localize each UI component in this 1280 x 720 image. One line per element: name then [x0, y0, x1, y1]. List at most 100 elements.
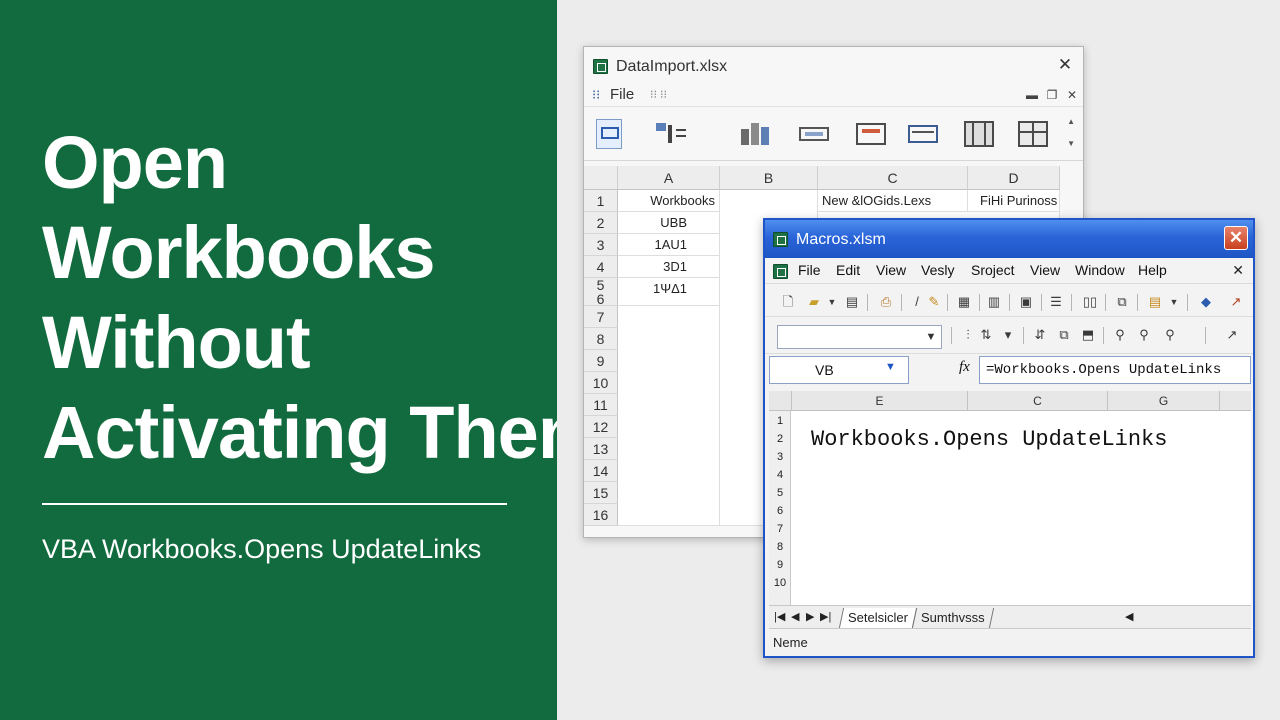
- zoom-in-icon[interactable]: ⚲: [1135, 326, 1153, 344]
- menu-view[interactable]: View: [876, 262, 906, 278]
- zoom-out-icon[interactable]: ⚲: [1161, 326, 1179, 344]
- row-header[interactable]: 7: [769, 523, 791, 535]
- select-all-corner[interactable]: [584, 166, 618, 190]
- row-header[interactable]: 3: [769, 451, 791, 463]
- minimize-icon[interactable]: ▬: [1024, 88, 1040, 102]
- row-header[interactable]: 7: [584, 306, 618, 328]
- code-text[interactable]: Workbooks.Opens UpdateLinks: [811, 427, 1167, 452]
- align-icon[interactable]: [906, 119, 940, 149]
- indent-icon[interactable]: ⫶: [959, 326, 977, 344]
- row-header[interactable]: 2: [769, 433, 791, 445]
- column-header-c[interactable]: C: [967, 391, 1107, 411]
- menu-vesly[interactable]: Vesly: [921, 262, 954, 278]
- style-selector[interactable]: ▼: [777, 325, 942, 349]
- calculator-icon[interactable]: ▣: [1017, 293, 1035, 311]
- link-icon[interactable]: ⧉: [1113, 293, 1131, 311]
- row-header[interactable]: 1: [584, 190, 618, 212]
- column-header-b[interactable]: B: [720, 166, 818, 190]
- close-icon[interactable]: ✕: [1055, 55, 1075, 75]
- ribbon-scroll-down-icon[interactable]: ▼: [1067, 139, 1075, 148]
- new-document-icon[interactable]: 🗋: [779, 293, 797, 311]
- row-header[interactable]: 13: [584, 438, 618, 460]
- insert-icon[interactable]: [854, 119, 888, 149]
- name-box[interactable]: VB ▼: [769, 356, 909, 384]
- sheet-tab[interactable]: Sumthvsss: [911, 608, 994, 628]
- fx-icon[interactable]: fx: [959, 359, 970, 376]
- tab-scroll-left-icon[interactable]: ◀: [1125, 610, 1133, 623]
- cell-a4[interactable]: 3D1: [618, 256, 720, 278]
- row-header[interactable]: 16: [584, 504, 618, 526]
- row-header[interactable]: 3: [584, 234, 618, 256]
- first-sheet-icon[interactable]: |◀: [774, 610, 785, 623]
- next-sheet-icon[interactable]: ▶: [806, 610, 814, 623]
- row-header[interactable]: 2: [584, 212, 618, 234]
- print-icon[interactable]: ⎙: [877, 293, 895, 311]
- chart-icon[interactable]: [739, 119, 773, 149]
- row-header[interactable]: 15: [584, 482, 618, 504]
- help-pointer-icon[interactable]: ↗: [1223, 326, 1241, 344]
- menu-edit[interactable]: Edit: [836, 262, 860, 278]
- grid-icon[interactable]: ▦: [955, 293, 973, 311]
- cell-a5[interactable]: 1ΨΔ1: [618, 278, 720, 306]
- row-header[interactable]: 14: [584, 460, 618, 482]
- row-header[interactable]: 12: [584, 416, 618, 438]
- row-header[interactable]: 8: [584, 328, 618, 350]
- row-header[interactable]: 1: [769, 415, 791, 427]
- open-folder-icon[interactable]: ▰: [805, 293, 823, 311]
- help-pointer-icon[interactable]: ↗: [1227, 293, 1245, 311]
- column-header-blank[interactable]: [1219, 391, 1251, 411]
- copy-icon[interactable]: ⧉: [1055, 326, 1073, 344]
- row-header[interactable]: 6: [769, 505, 791, 517]
- row-header[interactable]: 9: [769, 559, 791, 571]
- cell-a2[interactable]: UBB: [618, 212, 720, 234]
- row-header[interactable]: 11: [584, 394, 618, 416]
- menu-help[interactable]: Help: [1138, 262, 1167, 278]
- cell-a1[interactable]: Workbooks: [618, 190, 720, 212]
- file-menu[interactable]: File: [610, 86, 634, 103]
- table-icon[interactable]: [797, 119, 831, 149]
- slash-icon[interactable]: /: [908, 293, 926, 311]
- restore-icon[interactable]: ❐: [1044, 88, 1060, 102]
- row-header[interactable]: 5: [584, 278, 618, 292]
- save-icon[interactable]: ▤: [843, 293, 861, 311]
- menu-sroject[interactable]: Sroject: [971, 262, 1015, 278]
- columns-icon[interactable]: ▯▯: [1081, 293, 1099, 311]
- formula-input[interactable]: =Workbooks.Opens UpdateLinks: [979, 356, 1251, 384]
- chevron-down-icon[interactable]: ▼: [923, 329, 939, 345]
- table-icon[interactable]: ▥: [985, 293, 1003, 311]
- close-doc-icon[interactable]: ✕: [1232, 262, 1244, 279]
- row-header[interactable]: 6: [584, 292, 618, 306]
- cell-c1[interactable]: New &lOGids.Lexs: [818, 190, 968, 212]
- menu-file[interactable]: File: [798, 262, 821, 278]
- paste-icon[interactable]: ⬒: [1079, 326, 1097, 344]
- macros-titlebar[interactable]: Macros.xlsm ✕: [765, 220, 1253, 258]
- row-header[interactable]: 5: [769, 487, 791, 499]
- ribbon-scroll-up-icon[interactable]: ▲: [1067, 117, 1075, 126]
- format-painter-icon[interactable]: [654, 119, 688, 149]
- paint-icon[interactable]: ✎: [925, 293, 943, 311]
- menu-window[interactable]: Window: [1075, 262, 1125, 278]
- column-header-d[interactable]: D: [968, 166, 1060, 190]
- dropdown-arrow-icon[interactable]: ▼: [823, 293, 841, 311]
- dropdown-arrow-icon[interactable]: ▼: [1165, 293, 1183, 311]
- chart-icon[interactable]: ▤: [1146, 293, 1164, 311]
- prev-sheet-icon[interactable]: ◀: [791, 610, 799, 623]
- last-sheet-icon[interactable]: ▶|: [820, 610, 831, 623]
- row-header[interactable]: 4: [584, 256, 618, 278]
- freeze-icon[interactable]: [1016, 119, 1050, 149]
- column-header-a[interactable]: A: [618, 166, 720, 190]
- column-a-empty-cells[interactable]: [618, 306, 720, 526]
- chevron-down-icon[interactable]: ▼: [885, 361, 896, 373]
- column-header-c[interactable]: C: [818, 166, 968, 190]
- grid-icon[interactable]: [962, 119, 996, 149]
- close-button[interactable]: ✕: [1224, 226, 1248, 250]
- row-header[interactable]: 4: [769, 469, 791, 481]
- sheet-tab[interactable]: Setelsicler: [838, 608, 918, 628]
- dataimport-titlebar[interactable]: DataImport.xlsx ✕: [584, 47, 1083, 85]
- column-header-g[interactable]: G: [1107, 391, 1219, 411]
- macros-sheet[interactable]: 1 2 3 4 5 6 7 8 9 10 Workbooks.Opens Upd…: [769, 411, 1251, 605]
- wrap-icon[interactable]: ⇵: [1031, 326, 1049, 344]
- select-icon[interactable]: [594, 119, 628, 149]
- row-header[interactable]: 10: [584, 372, 618, 394]
- menu-view-2[interactable]: View: [1030, 262, 1060, 278]
